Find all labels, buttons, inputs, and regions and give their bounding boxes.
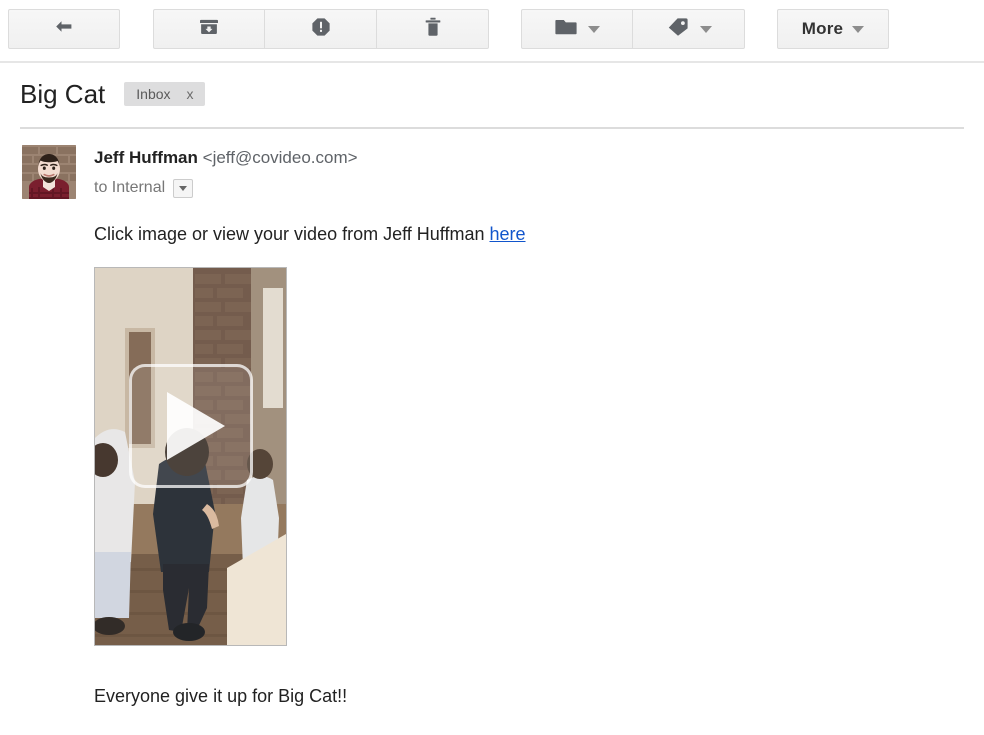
recipient-label: to Internal	[94, 179, 166, 196]
archive-icon	[198, 16, 220, 43]
chevron-down-icon	[179, 185, 188, 191]
video-thumbnail[interactable]	[94, 267, 287, 646]
page-title: Big Cat	[20, 79, 106, 109]
back-to-inbox-button[interactable]	[8, 9, 120, 49]
report-spam-button[interactable]	[265, 9, 377, 49]
remove-label-icon[interactable]: x	[187, 86, 194, 102]
sender-name[interactable]: Jeff Huffman	[94, 148, 198, 167]
message-body: Jeff Huffman <jeff@covideo.com> to Inter…	[94, 145, 526, 708]
archive-button[interactable]	[153, 9, 265, 49]
delete-button[interactable]	[377, 9, 489, 49]
organize-actions-group	[521, 9, 745, 49]
avatar[interactable]	[22, 145, 76, 199]
chevron-down-icon	[699, 25, 712, 33]
label-tag-icon	[666, 16, 690, 43]
folder-icon	[554, 17, 578, 42]
move-to-button[interactable]	[521, 9, 633, 49]
label-chip-text: Inbox	[136, 86, 171, 102]
email-body-text: Click image or view your video from Jeff…	[94, 224, 490, 244]
email-body-paragraph: Click image or view your video from Jeff…	[94, 222, 526, 246]
more-actions-button[interactable]: More	[777, 9, 889, 49]
labels-button[interactable]	[633, 9, 745, 49]
sender-line: Jeff Huffman <jeff@covideo.com>	[94, 147, 526, 169]
more-button-label: More	[801, 19, 844, 38]
subject-row: Big Cat Inbox x	[0, 60, 984, 110]
back-arrow-icon	[52, 15, 76, 44]
sender-email: <jeff@covideo.com>	[202, 148, 358, 167]
trash-icon	[422, 16, 444, 43]
message-container: Jeff Huffman <jeff@covideo.com> to Inter…	[0, 129, 984, 708]
report-spam-icon	[310, 16, 332, 43]
view-video-link[interactable]: here	[489, 224, 525, 244]
chevron-down-icon	[852, 25, 865, 33]
email-closing-paragraph: Everyone give it up for Big Cat!!	[94, 686, 348, 706]
recipient-details-toggle[interactable]	[173, 178, 194, 198]
label-chip-inbox[interactable]: Inbox x	[124, 82, 205, 106]
message-actions-group	[153, 9, 489, 49]
chevron-down-icon	[588, 25, 600, 33]
recipient-line: to Internal	[94, 178, 526, 198]
message-toolbar: More	[0, 0, 984, 63]
